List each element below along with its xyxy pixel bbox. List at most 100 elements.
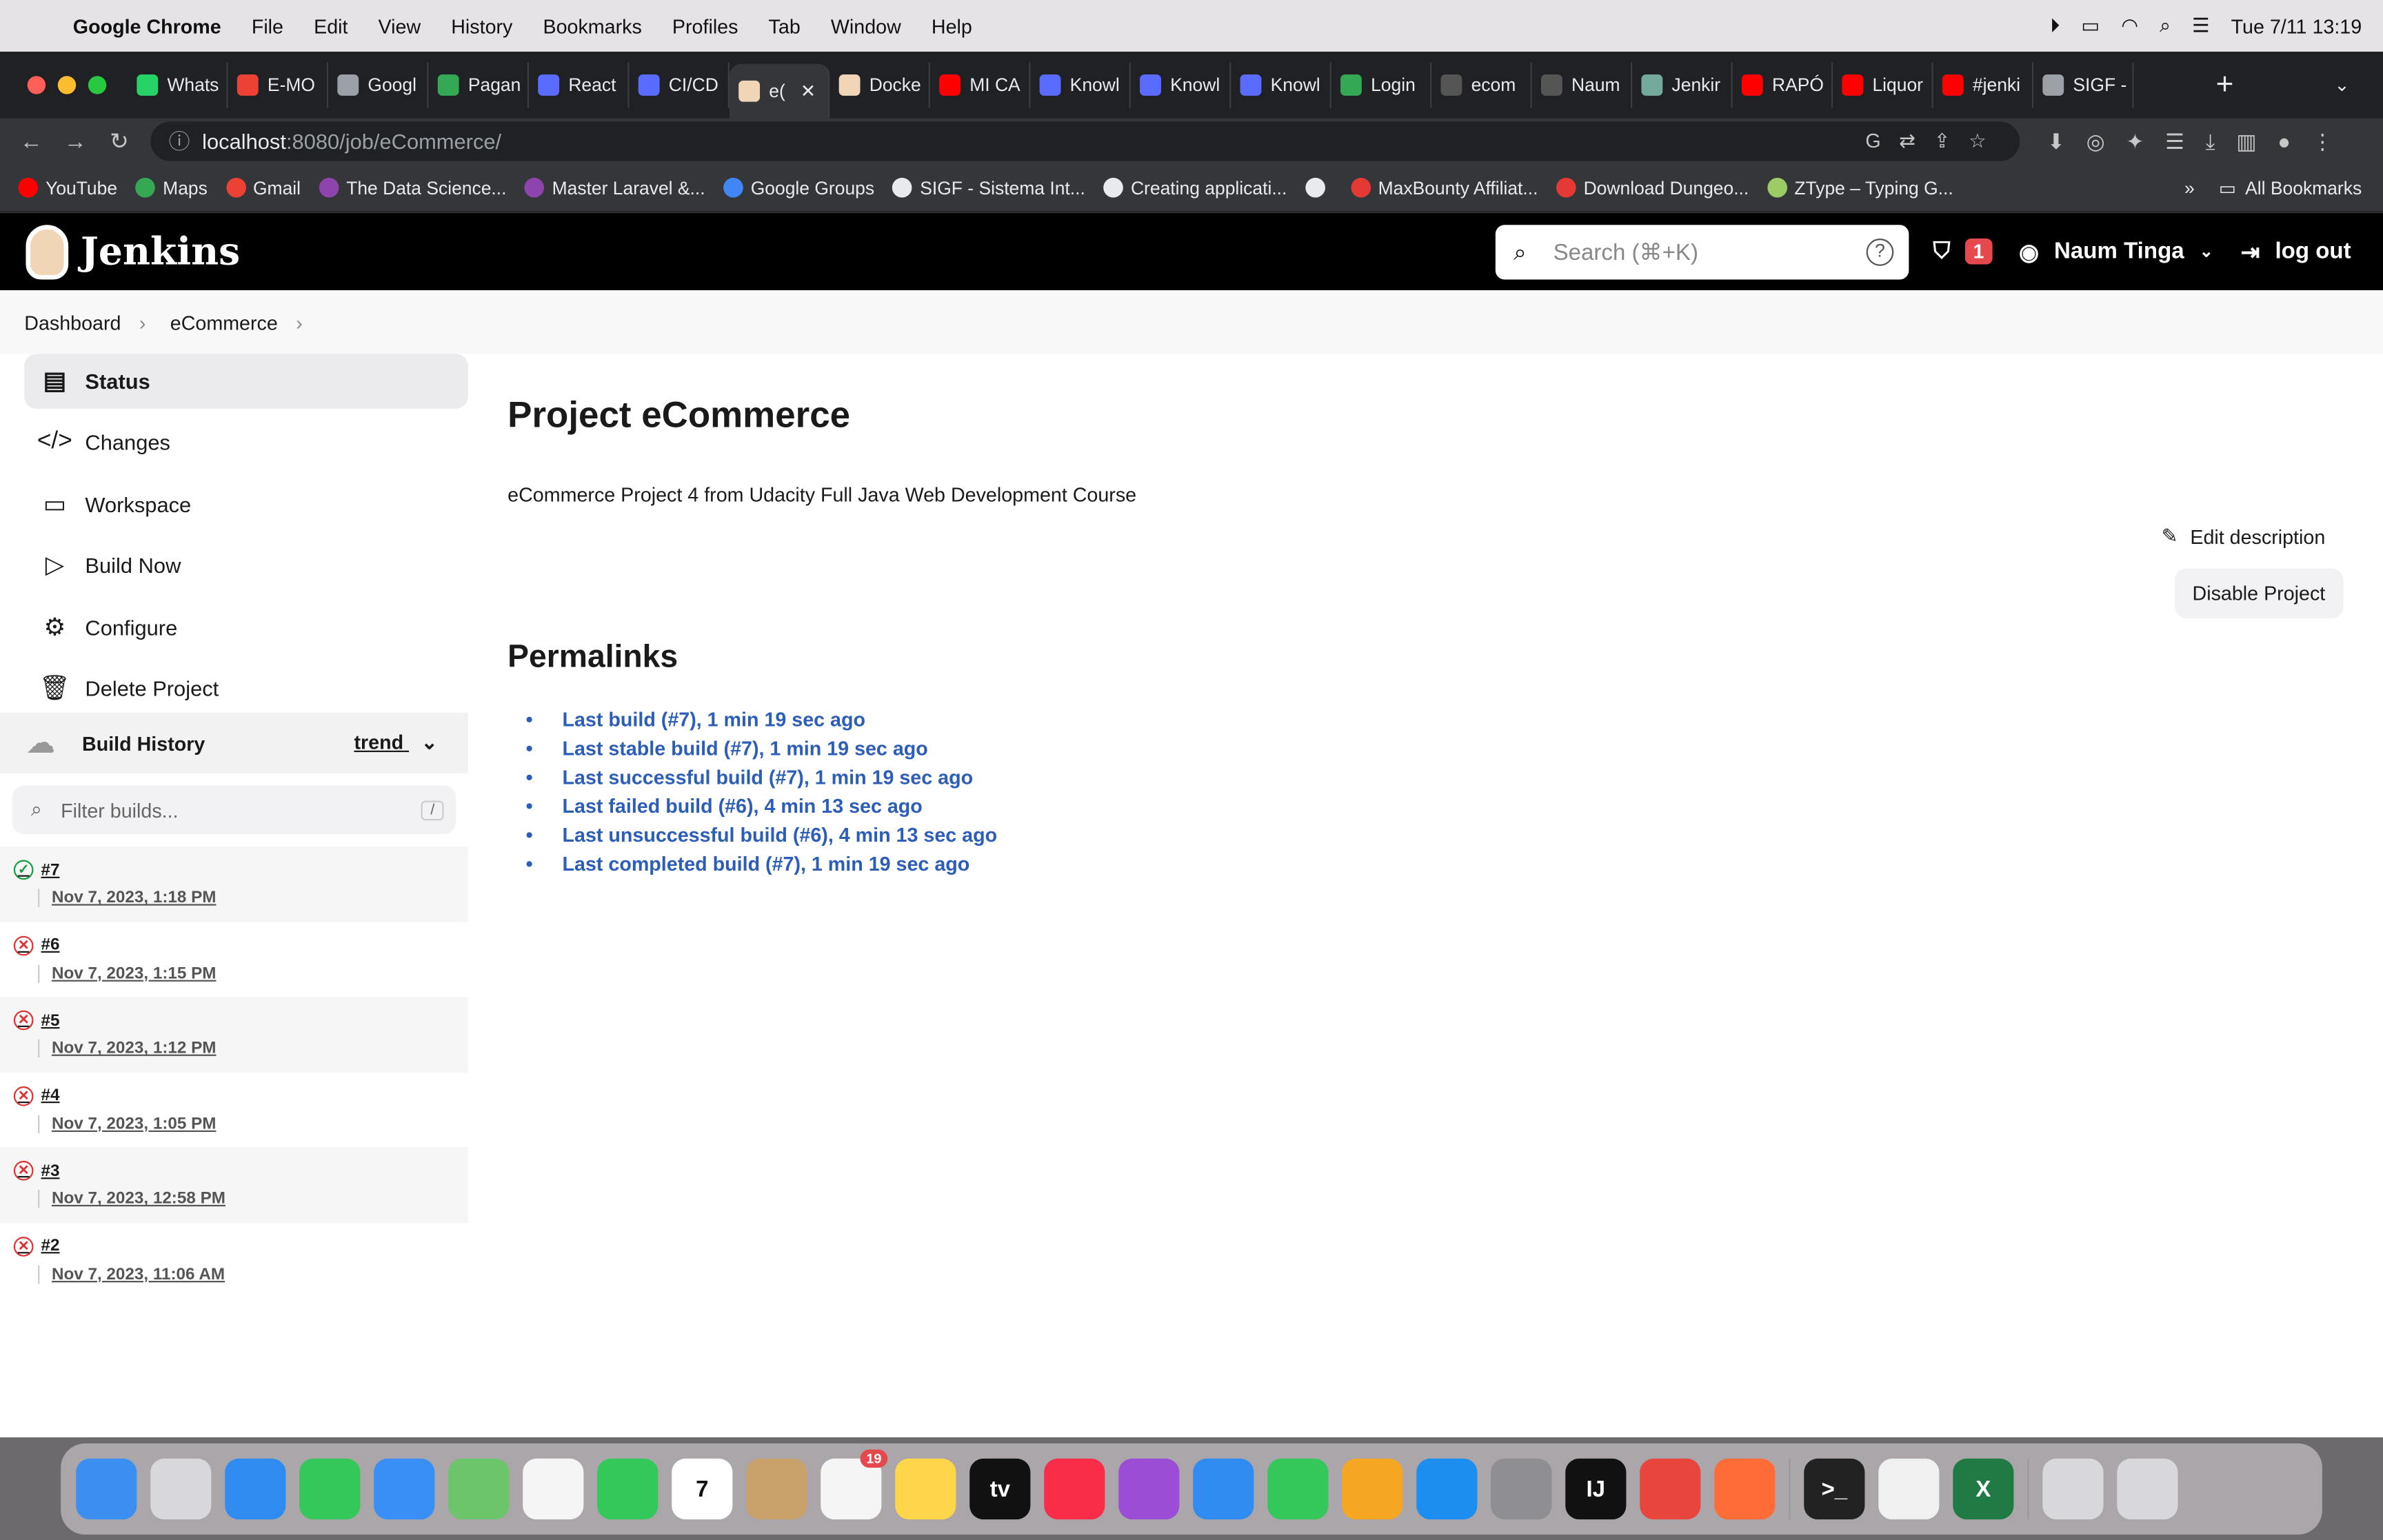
chrome-menu-icon[interactable]: ⋮ [2312, 128, 2333, 154]
control-center-icon[interactable]: ☰ [2192, 14, 2210, 38]
new-tab-icon[interactable]: + [2216, 68, 2234, 103]
maps-icon[interactable] [448, 1458, 510, 1520]
build-date-link[interactable]: Nov 7, 2023, 1:05 PM [38, 1115, 468, 1133]
site-info-icon[interactable]: ⓘ [169, 126, 190, 156]
reading-list-icon[interactable]: ☰ [2165, 128, 2184, 154]
textedit-icon[interactable] [1878, 1458, 1940, 1520]
more-bookmarks-icon[interactable]: » [2184, 177, 2195, 199]
wifi-icon[interactable]: ◠ [2121, 14, 2138, 38]
share-icon[interactable]: ⇪ [1934, 129, 1969, 152]
build-number-link[interactable]: #4 [41, 1086, 60, 1104]
chevron-down-icon[interactable]: ⌄ [2200, 241, 2213, 261]
photos-icon[interactable] [523, 1458, 584, 1520]
security-badge[interactable]: 1 [1965, 239, 1992, 265]
profile-avatar-icon[interactable]: ● [2278, 128, 2291, 154]
build-number-link[interactable]: #3 [41, 1162, 60, 1180]
build-row[interactable]: ✕ #5 Nov 7, 2023, 1:12 PM [0, 996, 468, 1072]
browser-tab[interactable]: Jenkir [1632, 62, 1733, 108]
user-menu[interactable]: Naum Tinga [2054, 239, 2184, 264]
help-icon[interactable]: ? [1866, 239, 1894, 266]
build-row[interactable]: ✕ #3 Nov 7, 2023, 12:58 PM [0, 1147, 468, 1223]
facetime-icon[interactable] [597, 1458, 658, 1520]
build-number-link[interactable]: #5 [41, 1011, 60, 1029]
bookmark-item[interactable]: Download Dungeo... [1556, 177, 1749, 199]
browser-tab[interactable]: #jenki [1933, 62, 2034, 108]
build-date-link[interactable]: Nov 7, 2023, 1:18 PM [38, 889, 468, 908]
breadcrumb-ecommerce[interactable]: eCommerce [170, 311, 278, 334]
browser-tab[interactable]: Knowl [1131, 62, 1231, 108]
extension-icon[interactable]: ◎ [2087, 128, 2105, 154]
launchpad-icon[interactable] [150, 1458, 212, 1520]
translate-icon[interactable]: ⇄ [1899, 129, 1933, 152]
safari-icon[interactable] [225, 1458, 286, 1520]
bookmark-item[interactable]: SIGF - Sistema Int... [892, 177, 1085, 199]
browser-tab[interactable]: Whats [128, 62, 228, 108]
bookmark-item[interactable] [1305, 177, 1333, 198]
build-row[interactable]: ✓ #7 Nov 7, 2023, 1:18 PM [0, 846, 468, 922]
pages-icon[interactable] [1342, 1458, 1403, 1520]
documents-icon[interactable] [2042, 1458, 2104, 1520]
filter-builds-input[interactable]: Filter builds... [61, 798, 178, 821]
disable-project-button[interactable]: Disable Project [2174, 568, 2344, 619]
menu-help[interactable]: Help [932, 14, 972, 37]
build-row[interactable]: ✕ #6 Nov 7, 2023, 1:15 PM [0, 922, 468, 997]
browser-tab[interactable]: RAPÓ [1733, 62, 1833, 108]
browser-tab[interactable]: Naum [1532, 62, 1633, 108]
jenkins-logo[interactable]: Jenkins [26, 224, 240, 279]
extension-icon[interactable]: ⬇ [2047, 128, 2065, 154]
numbers-icon[interactable] [1267, 1458, 1329, 1520]
security-shield-icon[interactable]: ⛉ [1933, 239, 1951, 264]
all-bookmarks[interactable]: ▭ All Bookmarks [2219, 177, 2362, 199]
terminal-icon[interactable]: >_ [1804, 1458, 1865, 1520]
close-window-icon[interactable] [27, 76, 46, 94]
permalink-link[interactable]: Last unsuccessful build (#6), 4 min 13 s… [544, 824, 998, 847]
bookmark-item[interactable]: YouTube [18, 177, 117, 199]
menu-tab[interactable]: Tab [769, 14, 801, 37]
task-configure[interactable]: ⚙ Configure [24, 600, 468, 655]
calendar-icon[interactable]: 7 [672, 1458, 733, 1520]
build-date-link[interactable]: Nov 7, 2023, 1:15 PM [38, 964, 468, 983]
browser-tab[interactable]: CI/CD [629, 62, 730, 108]
address-bar[interactable]: ⓘ localhost:8080/job/eCommerce/ G⇄⇪☆ [150, 121, 2020, 161]
menu-app-name[interactable]: Google Chrome [73, 14, 221, 37]
trash-icon[interactable] [2117, 1458, 2178, 1520]
build-number-link[interactable]: #6 [41, 936, 60, 954]
build-date-link[interactable]: Nov 7, 2023, 1:12 PM [38, 1040, 468, 1058]
minimize-window-icon[interactable] [57, 76, 77, 94]
build-row[interactable]: ✕ #2 Nov 7, 2023, 11:06 AM [0, 1222, 468, 1297]
build-number-link[interactable]: #7 [41, 861, 60, 879]
tab-search-chevron-icon[interactable]: ⌄ [2334, 74, 2349, 96]
bookmark-item[interactable]: ZType – Typing G... [1767, 177, 1953, 199]
browser-tab[interactable]: Login [1331, 62, 1432, 108]
mail-icon[interactable] [374, 1458, 435, 1520]
keynote-icon[interactable] [1193, 1458, 1254, 1520]
browser-tab[interactable]: Knowl [1231, 62, 1331, 108]
logout-link[interactable]: log out [2275, 239, 2351, 264]
appstore-icon[interactable] [1416, 1458, 1478, 1520]
bookmark-item[interactable]: The Data Science... [319, 177, 506, 199]
browser-tab[interactable]: Docke [829, 62, 930, 108]
menu-history[interactable]: History [451, 14, 512, 37]
finder-icon[interactable] [76, 1458, 137, 1520]
build-number-link[interactable]: #2 [41, 1237, 60, 1255]
google-lens-icon[interactable]: G [1865, 129, 1899, 152]
permalink-link[interactable]: Last failed build (#6), 4 min 13 sec ago [544, 795, 923, 818]
appletv-icon[interactable]: tv [969, 1458, 1031, 1520]
browser-tab[interactable]: React [529, 62, 630, 108]
menu-window[interactable]: Window [831, 14, 901, 37]
clock[interactable]: Tue 7/11 13:19 [2231, 14, 2362, 37]
contacts-icon[interactable] [746, 1458, 807, 1520]
permalink-link[interactable]: Last build (#7), 1 min 19 sec ago [544, 708, 866, 731]
build-row[interactable]: ✕ #4 Nov 7, 2023, 1:05 PM [0, 1072, 468, 1147]
reminders-icon[interactable]: 19 [821, 1449, 888, 1520]
menu-view[interactable]: View [379, 14, 421, 37]
bookmark-item[interactable]: Google Groups [723, 177, 874, 199]
menu-file[interactable]: File [252, 14, 283, 37]
reload-icon[interactable]: ↻ [97, 128, 141, 154]
browser-tab[interactable]: e(✕ [729, 63, 830, 119]
trend-link[interactable]: trend ⌄ [354, 731, 437, 755]
bookmark-item[interactable]: MaxBounty Affiliat... [1350, 177, 1538, 199]
edit-description-link[interactable]: ✎ Edit description [2162, 524, 2326, 548]
browser-tab[interactable]: MI CA [930, 62, 1031, 108]
browser-tab[interactable]: Liquor [1833, 62, 1933, 108]
